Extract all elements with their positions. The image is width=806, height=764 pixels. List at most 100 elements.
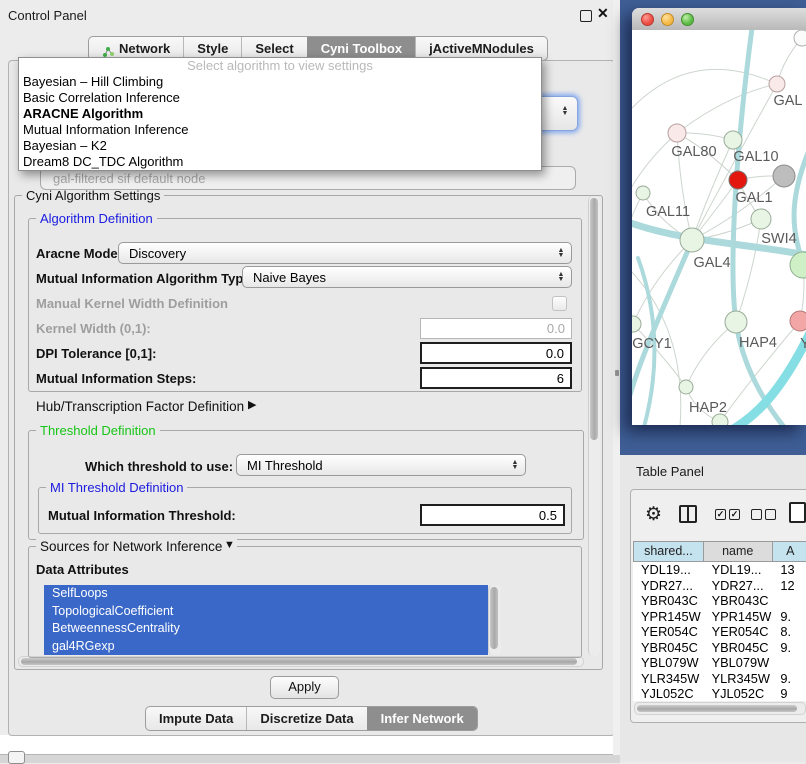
- table-cell: YPR145W: [704, 609, 773, 625]
- network-node[interactable]: [773, 165, 795, 187]
- settings-scrollbar-thumb[interactable]: [590, 198, 598, 440]
- table-cell: YBL079W: [704, 655, 773, 671]
- table-row[interactable]: YBL079WYBL079W: [633, 655, 806, 671]
- restore-panel-icon[interactable]: [8, 751, 25, 764]
- mi-threshold-field[interactable]: [420, 504, 565, 526]
- network-node[interactable]: [794, 30, 806, 46]
- network-node-gal80[interactable]: [668, 124, 686, 142]
- network-node-hap4[interactable]: [725, 311, 747, 333]
- network-canvas[interactable]: GALGAL80GAL10GAL1GAL11GAL4SWI4GCY1HAP4YH…: [632, 30, 806, 425]
- node-label: GAL4: [693, 255, 730, 271]
- tab[interactable]: Infer Network: [367, 707, 477, 730]
- close-icon[interactable]: ✕: [597, 5, 609, 22]
- table-row[interactable]: YJL052CYJL052C9: [633, 686, 806, 701]
- algorithm-option[interactable]: ARACNE Algorithm: [19, 106, 541, 122]
- table-row[interactable]: YPR145WYPR145W9.: [633, 609, 806, 625]
- table-row[interactable]: YBR043CYBR043C: [633, 593, 806, 609]
- table-row[interactable]: YBR045CYBR045C9.: [633, 640, 806, 656]
- algorithm-option-label: Basic Correlation Inference: [23, 90, 180, 105]
- minimize-traffic-light-icon[interactable]: [661, 13, 674, 26]
- node-label: HAP4: [739, 335, 777, 351]
- network-node-gal[interactable]: [769, 76, 785, 92]
- node-label: GAL10: [733, 149, 778, 165]
- tab-label: Discretize Data: [260, 708, 353, 730]
- mi-type-combo[interactable]: Naive Bayes ▲▼: [242, 266, 572, 288]
- attribute-item-selected[interactable]: BetweennessCentrality: [44, 620, 488, 638]
- table-header: shared...nameA: [633, 541, 806, 562]
- table-cell: YBR043C: [633, 593, 704, 609]
- panel-title: Control Panel: [8, 8, 87, 23]
- algorithm-list: Bayesian – Hill Climbing Basic Correlati…: [19, 74, 541, 170]
- table-cell: [772, 655, 806, 671]
- node-label: GAL: [773, 93, 802, 109]
- float-panel-icon[interactable]: [580, 10, 592, 22]
- settings-scrollbar[interactable]: [588, 196, 600, 656]
- algorithm-option[interactable]: Bayesian – K2: [19, 138, 541, 154]
- sources-title: Sources for Network Inference: [36, 539, 226, 554]
- table-row[interactable]: YER054CYER054C8.: [633, 624, 806, 640]
- node-label: GCY1: [632, 336, 672, 352]
- aracne-mode-combo[interactable]: Discovery ▲▼: [118, 242, 572, 264]
- table-cell: YDL19...: [704, 562, 773, 578]
- window-titlebar[interactable]: [632, 8, 806, 31]
- network-node-hap2[interactable]: [679, 380, 693, 394]
- column-header[interactable]: shared...: [633, 541, 704, 562]
- column-header[interactable]: A: [773, 541, 806, 562]
- combo-arrows-icon: ▲▼: [554, 248, 568, 258]
- attributes-scrollbar-thumb[interactable]: [490, 587, 498, 649]
- panel-divider[interactable]: [613, 0, 620, 755]
- algorithm-option-label: Dream8 DC_TDC Algorithm: [23, 154, 183, 169]
- network-node[interactable]: [729, 171, 747, 189]
- mi-steps-label: Mutual Information Steps:: [36, 371, 196, 386]
- table-row[interactable]: YDR27...YDR27...12: [633, 578, 806, 594]
- dpi-tolerance-field[interactable]: [420, 342, 572, 364]
- algorithm-option[interactable]: Dream8 DC_TDC Algorithm: [19, 154, 541, 170]
- table-panel-title: Table Panel: [636, 464, 704, 479]
- network-node-gcy1[interactable]: [632, 316, 641, 332]
- table-row[interactable]: YDL19...YDL19...13: [633, 562, 806, 578]
- manual-kernel-checkbox[interactable]: [552, 296, 567, 311]
- table-cell: 8.: [772, 624, 806, 640]
- gear-icon[interactable]: ⚙: [645, 503, 662, 526]
- network-node-gal10[interactable]: [724, 131, 742, 149]
- apply-button[interactable]: Apply: [270, 676, 339, 699]
- tab[interactable]: Impute Data: [146, 707, 246, 730]
- algorithm-option[interactable]: Bayesian – Hill Climbing: [19, 74, 541, 90]
- algorithm-option[interactable]: Basic Correlation Inference: [19, 90, 541, 106]
- toolbox-mode-tabs: Impute Data Discretize Data Infer Networ…: [145, 706, 478, 731]
- document-icon[interactable]: [789, 502, 806, 523]
- column-header[interactable]: name: [704, 541, 773, 562]
- hide-columns-icon[interactable]: [751, 509, 776, 520]
- tab[interactable]: Discretize Data: [246, 707, 366, 730]
- algorithm-option-label: Bayesian – K2: [23, 138, 107, 153]
- expand-arrow-icon[interactable]: ▶: [248, 398, 256, 411]
- collapse-arrow-icon[interactable]: ▼: [222, 539, 237, 551]
- table-cell: 9: [772, 686, 806, 701]
- network-node-gal4[interactable]: [680, 228, 704, 252]
- attributes-scrollbar[interactable]: [488, 585, 501, 655]
- network-node-gal1[interactable]: [751, 209, 771, 229]
- attribute-item-selected[interactable]: TopologicalCoefficient: [44, 603, 488, 621]
- network-graph: GALGAL80GAL10GAL1GAL11GAL4SWI4GCY1HAP4YH…: [632, 30, 806, 425]
- splitter-handle[interactable]: [615, 370, 619, 376]
- table-row[interactable]: YLR345WYLR345W9.: [633, 671, 806, 687]
- which-threshold-combo[interactable]: MI Threshold ▲▼: [236, 454, 526, 476]
- zoom-traffic-light-icon[interactable]: [681, 13, 694, 26]
- table-hscrollbar-thumb[interactable]: [637, 705, 797, 712]
- network-node-y[interactable]: [790, 311, 806, 331]
- show-columns-icon[interactable]: ✓✓: [715, 509, 740, 520]
- attribute-item-selected[interactable]: gal4RGexp: [44, 638, 488, 656]
- algorithm-combo-fragment[interactable]: ▲▼: [538, 96, 578, 131]
- algorithm-option[interactable]: Mutual Information Inference: [19, 122, 541, 138]
- mi-type-label: Mutual Information Algorithm Type:: [36, 271, 255, 286]
- network-node-gal11[interactable]: [636, 186, 650, 200]
- table-hscrollbar[interactable]: [634, 702, 806, 715]
- settings-hscrollbar-thumb[interactable]: [21, 658, 577, 665]
- kernel-width-field[interactable]: [420, 318, 572, 339]
- close-traffic-light-icon[interactable]: [641, 13, 654, 26]
- mi-steps-field[interactable]: [420, 367, 572, 389]
- split-columns-icon[interactable]: [679, 505, 697, 523]
- attribute-item-selected[interactable]: SelfLoops: [44, 585, 488, 603]
- node-label: HAP2: [689, 400, 727, 416]
- table-cell: [772, 593, 806, 609]
